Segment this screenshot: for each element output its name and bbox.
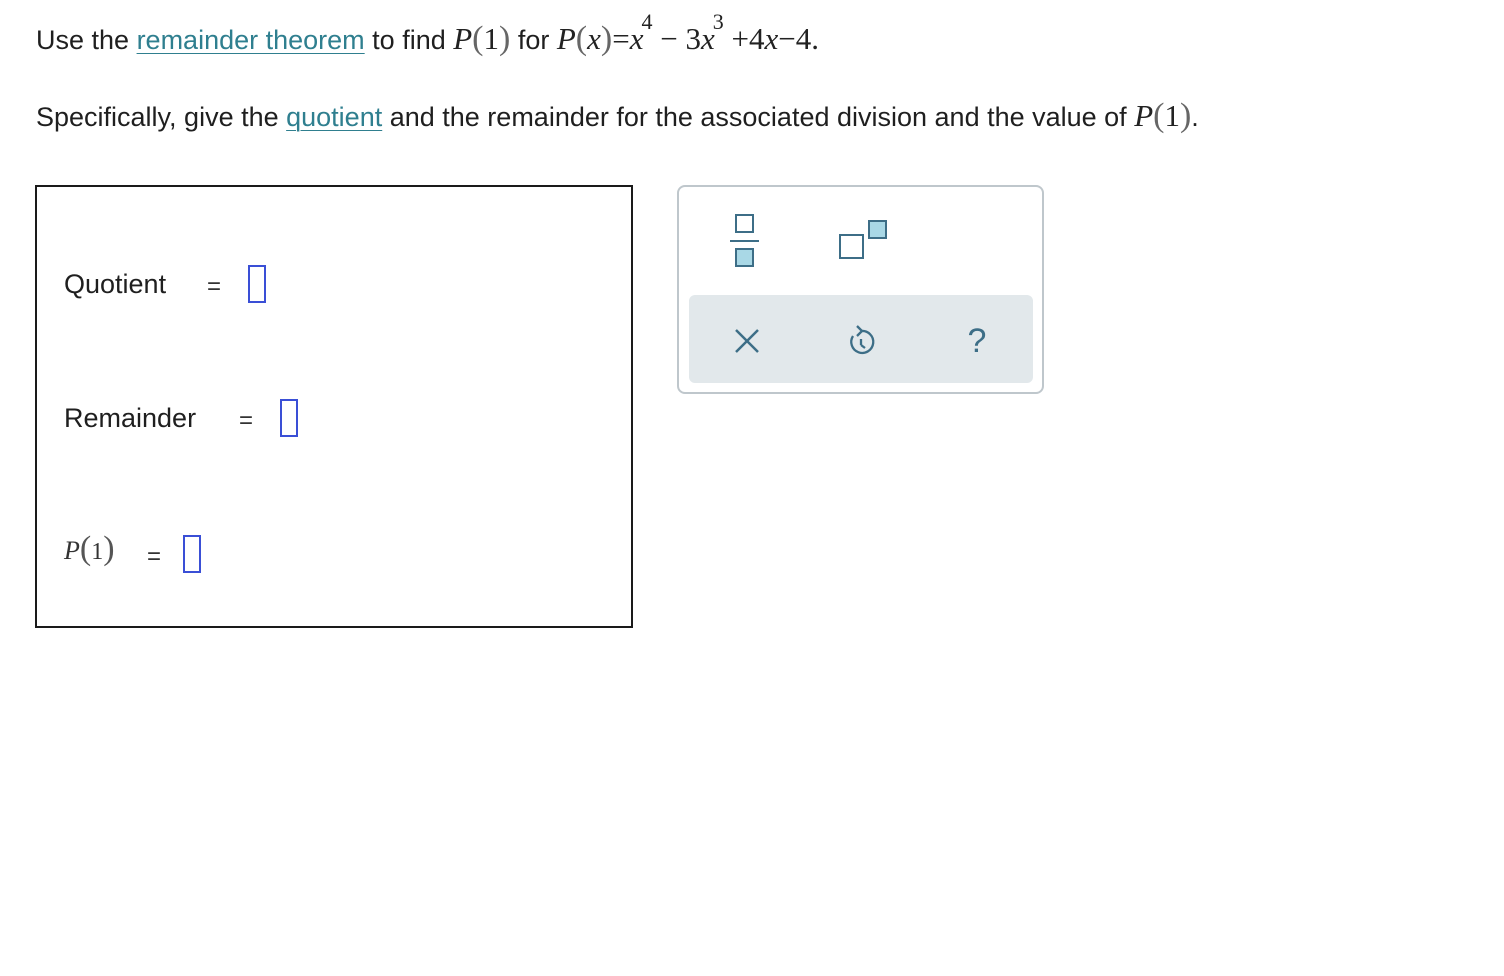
p-arg: 1 bbox=[91, 539, 104, 565]
p-of-1-input[interactable] bbox=[183, 535, 201, 573]
p-equals: = bbox=[147, 543, 162, 570]
remainder-equals: = bbox=[239, 407, 254, 434]
fraction-icon bbox=[730, 214, 759, 267]
fraction-button[interactable] bbox=[724, 209, 764, 271]
polynomial-expression: P(x)=x4 − 3x3 +4x−4. bbox=[556, 9, 819, 57]
remainder-label: Remainder bbox=[64, 403, 197, 433]
p-label: P bbox=[64, 536, 80, 565]
instruction-period: . bbox=[1191, 102, 1199, 132]
quotient-equals: = bbox=[207, 273, 222, 300]
question-prefix: Use the bbox=[36, 25, 137, 55]
quotient-label: Quotient bbox=[64, 269, 167, 299]
question-line-1: Use the remainder theorem to find P(1) f… bbox=[36, 9, 819, 58]
instruction-suffix: and the remainder for the associated div… bbox=[382, 102, 1135, 132]
remainder-input[interactable] bbox=[280, 399, 298, 437]
quotient-row: Quotient = bbox=[64, 269, 221, 300]
p-of-1-expression: P(1) bbox=[453, 20, 511, 57]
undo-icon bbox=[850, 325, 875, 355]
help-icon: ? bbox=[967, 322, 987, 360]
action-bar: ? bbox=[689, 295, 1033, 383]
answer-box: Quotient = Remainder = P(1) = bbox=[35, 185, 633, 628]
question-line-2: Specifically, give the quotient and the … bbox=[36, 97, 1199, 135]
question-middle: to find bbox=[364, 25, 454, 55]
quotient-link[interactable]: quotient bbox=[286, 102, 382, 132]
close-icon bbox=[735, 329, 759, 353]
p-of-1-row: P(1) = bbox=[64, 530, 162, 570]
remainder-theorem-link[interactable]: remainder theorem bbox=[137, 25, 365, 55]
exponent-icon bbox=[839, 220, 887, 259]
clear-button[interactable] bbox=[725, 319, 769, 363]
undo-button[interactable] bbox=[839, 319, 883, 363]
exponent-button[interactable] bbox=[836, 215, 892, 263]
instruction-prefix: Specifically, give the bbox=[36, 102, 287, 132]
remainder-row: Remainder = bbox=[64, 403, 253, 434]
p-of-1-expression-2: P(1) bbox=[1134, 97, 1192, 134]
for-text: for bbox=[510, 25, 557, 55]
help-button[interactable]: ? bbox=[955, 319, 999, 363]
math-toolbar: ? bbox=[677, 185, 1044, 394]
quotient-input[interactable] bbox=[248, 265, 266, 303]
